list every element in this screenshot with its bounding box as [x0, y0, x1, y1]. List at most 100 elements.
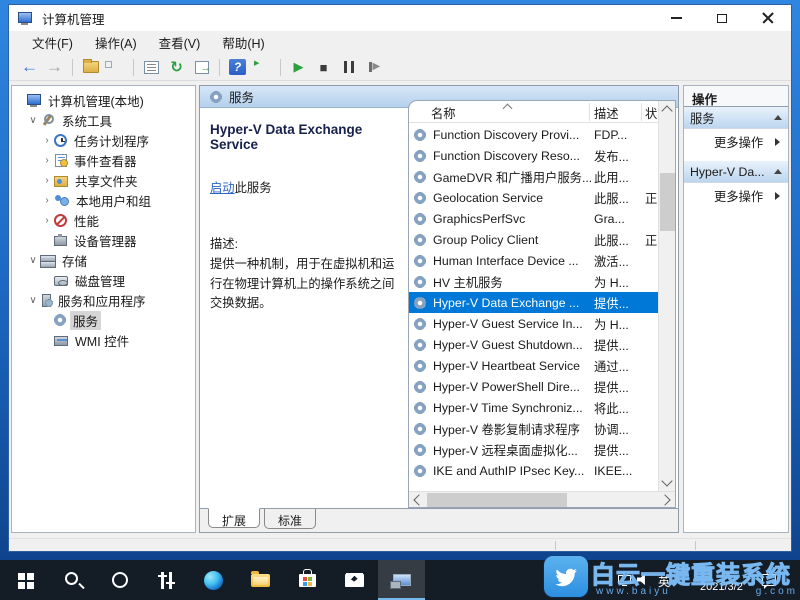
search-button[interactable]	[49, 560, 96, 600]
menu-item[interactable]: 帮助(H)	[213, 31, 273, 54]
help-button[interactable]	[225, 56, 250, 79]
volume-icon[interactable]	[637, 574, 648, 585]
export-list-button[interactable]	[189, 56, 214, 79]
service-row[interactable]: Hyper-V 远程桌面虚拟化... 提供...	[409, 439, 658, 460]
service-row[interactable]: GraphicsPerfSvc Gra...	[409, 208, 658, 229]
task-view-button[interactable]	[143, 560, 190, 600]
console-window-button[interactable]	[103, 56, 128, 79]
stop-service-button[interactable]	[311, 56, 336, 79]
service-row[interactable]: Human Interface Device ... 激活...	[409, 250, 658, 271]
column-header-name[interactable]: 名称	[431, 104, 456, 122]
start-button[interactable]	[2, 560, 49, 600]
expander-icon[interactable]: ›	[40, 135, 54, 146]
tree-item[interactable]: ∨ 系统工具	[12, 110, 195, 130]
mail-button[interactable]	[331, 560, 378, 600]
menu-item[interactable]: 查看(V)	[150, 31, 210, 54]
clock-date[interactable]: 2021/3/2	[700, 581, 743, 593]
tree-item-icon	[54, 314, 66, 326]
properties-button[interactable]	[139, 56, 164, 79]
vertical-scrollbar[interactable]	[658, 101, 675, 491]
service-row[interactable]: IKE and AuthIP IPsec Key... IKEE...	[409, 460, 658, 481]
service-row[interactable]: GameDVR 和广播用户服务... 此用...	[409, 166, 658, 187]
menu-item[interactable]: 文件(F)	[23, 31, 82, 54]
tree-item[interactable]: 设备管理器	[12, 230, 195, 250]
start-service-link[interactable]: 启动	[210, 181, 235, 195]
expander-icon[interactable]: ›	[40, 175, 54, 186]
description-label: 描述:	[210, 234, 398, 252]
view-tab[interactable]: 扩展	[208, 508, 260, 528]
more-actions-hyperv-button[interactable]: 更多操作	[684, 183, 788, 209]
show-window-button[interactable]	[250, 56, 275, 79]
service-row[interactable]: HV 主机服务 为 H...	[409, 271, 658, 292]
tree-item[interactable]: › 性能	[12, 210, 195, 230]
menu-item[interactable]: 操作(A)	[86, 31, 146, 54]
service-name: HV 主机服务	[433, 273, 591, 291]
console-tree: 计算机管理(本地) ∨ 系统工具 › 任务计划程序	[11, 85, 196, 533]
expander-icon[interactable]: ›	[40, 195, 54, 206]
forward-button[interactable]	[42, 56, 67, 79]
scroll-right-icon[interactable]	[659, 494, 670, 505]
column-header-description[interactable]: 描述	[594, 104, 619, 122]
expander-icon[interactable]: ›	[40, 215, 54, 226]
service-description: FDP...	[594, 128, 642, 142]
taskbar-app-icon	[345, 574, 364, 587]
tree-item[interactable]: › 事件查看器	[12, 150, 195, 170]
expander-icon[interactable]: ›	[40, 155, 54, 166]
action-center-icon[interactable]	[762, 574, 776, 586]
service-row[interactable]: Hyper-V Time Synchroniz... 将此...	[409, 397, 658, 418]
service-row[interactable]: Group Policy Client 此服... 正	[409, 229, 658, 250]
horizontal-scroll-thumb[interactable]	[427, 493, 567, 507]
expander-icon[interactable]: ∨	[26, 115, 40, 126]
horizontal-scrollbar[interactable]	[409, 491, 675, 507]
collapse-icon[interactable]	[774, 169, 782, 174]
tree-item[interactable]: › 任务计划程序	[12, 130, 195, 150]
service-row[interactable]: Hyper-V Heartbeat Service 通过...	[409, 355, 658, 376]
view-tab[interactable]: 标准	[264, 509, 316, 529]
service-row[interactable]: Function Discovery Reso... 发布...	[409, 145, 658, 166]
expander-icon[interactable]: ∨	[26, 295, 40, 306]
tree-item[interactable]: 服务	[12, 310, 195, 330]
tree-item[interactable]: WMI 控件	[12, 330, 195, 350]
input-language-indicator[interactable]: 英	[658, 573, 670, 590]
network-icon[interactable]	[618, 575, 631, 584]
tree-item[interactable]: › 本地用户和组	[12, 190, 195, 210]
service-row[interactable]: Function Discovery Provi... FDP...	[409, 124, 658, 145]
start-service-button[interactable]	[286, 56, 311, 79]
file-explorer-button[interactable]	[237, 560, 284, 600]
computer-management-button[interactable]	[378, 560, 425, 600]
edge-button[interactable]	[190, 560, 237, 600]
close-button[interactable]	[745, 5, 791, 31]
back-button[interactable]	[17, 56, 42, 79]
maximize-button[interactable]	[699, 5, 745, 31]
vertical-scroll-thumb[interactable]	[660, 173, 675, 231]
tree-item[interactable]: 磁盘管理	[12, 270, 195, 290]
more-actions-services-button[interactable]: 更多操作	[684, 129, 788, 155]
tree-item[interactable]: ∨ 存储	[12, 250, 195, 270]
tree-item[interactable]: 计算机管理(本地)	[12, 90, 195, 110]
actions-section-hyperv[interactable]: Hyper-V Da...	[684, 161, 788, 183]
service-row[interactable]: Hyper-V Guest Shutdown... 提供...	[409, 334, 658, 355]
status-bar	[9, 538, 791, 551]
refresh-button[interactable]	[164, 56, 189, 79]
pause-service-button[interactable]	[336, 56, 361, 79]
expander-icon[interactable]: ∨	[26, 255, 40, 266]
cortana-button[interactable]	[96, 560, 143, 600]
service-row[interactable]: Hyper-V 卷影复制请求程序 协调...	[409, 418, 658, 439]
minimize-button[interactable]	[653, 5, 699, 31]
collapse-icon[interactable]	[774, 115, 782, 120]
service-row[interactable]: Geolocation Service 此服... 正	[409, 187, 658, 208]
service-row[interactable]: Hyper-V Guest Service In... 为 H...	[409, 313, 658, 334]
service-row[interactable]: Hyper-V PowerShell Dire... 提供...	[409, 376, 658, 397]
store-button[interactable]	[284, 560, 331, 600]
description-text: 提供一种机制，用于在虚拟机和运行在物理计算机上的操作系统之间交换数据。	[210, 255, 398, 314]
service-row[interactable]: Hyper-V Data Exchange ... 提供...	[409, 292, 658, 313]
scroll-up-icon[interactable]	[661, 105, 672, 116]
actions-section-services[interactable]: 服务	[684, 107, 788, 129]
service-name: Geolocation Service	[433, 191, 591, 205]
scroll-left-icon[interactable]	[413, 494, 424, 505]
scroll-down-icon[interactable]	[661, 475, 672, 486]
tree-item[interactable]: ∨ 服务和应用程序	[12, 290, 195, 310]
tree-item[interactable]: › 共享文件夹	[12, 170, 195, 190]
open-button[interactable]	[78, 56, 103, 79]
restart-service-button[interactable]	[361, 56, 386, 79]
